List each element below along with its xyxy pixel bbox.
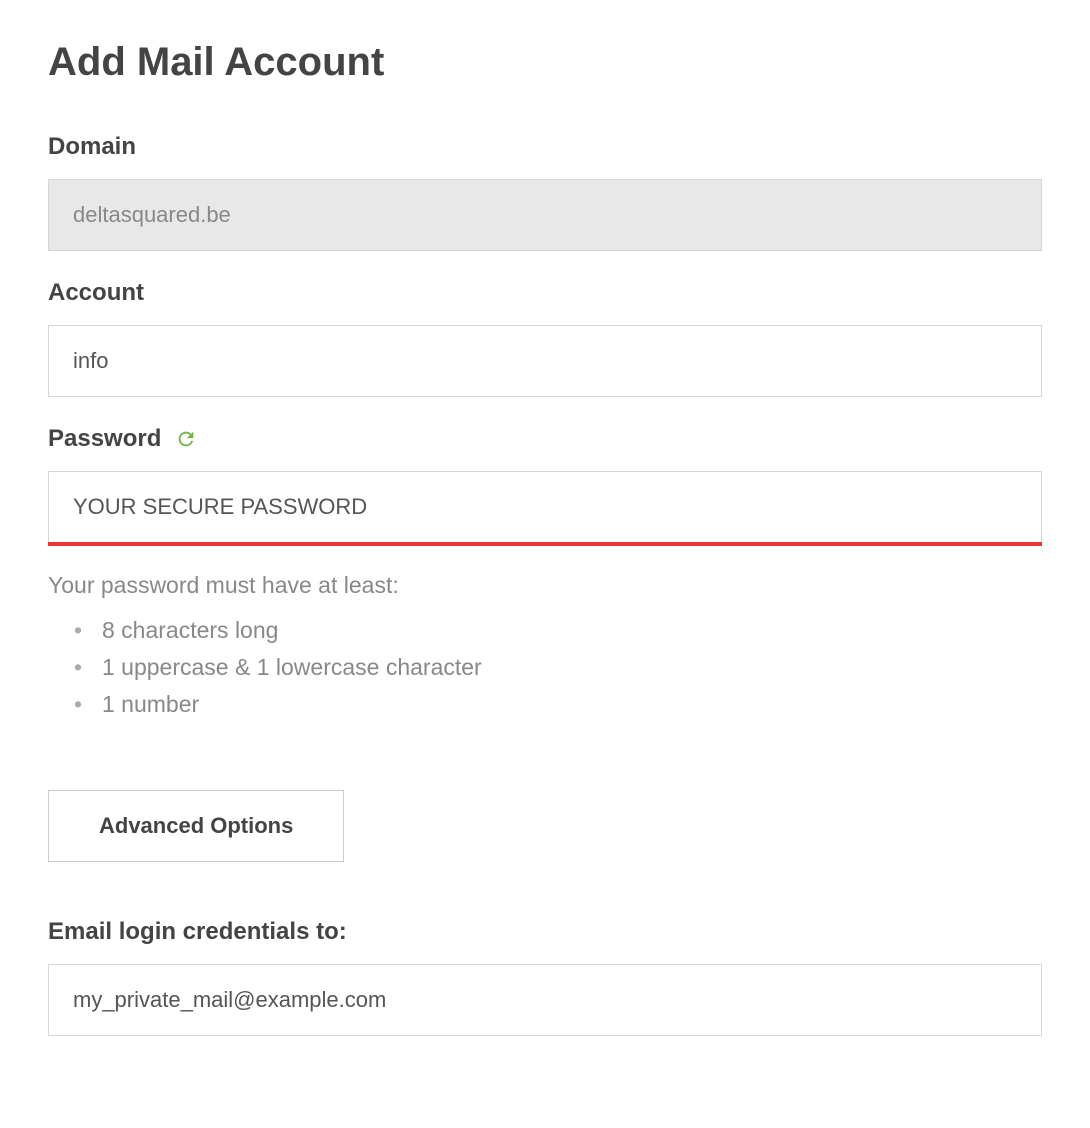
email-credentials-group: Email login credentials to: <box>48 918 1042 1036</box>
domain-label: Domain <box>48 133 1042 161</box>
account-label: Account <box>48 279 1042 307</box>
password-requirement: 8 characters long <box>102 617 1042 644</box>
password-requirements-list: 8 characters long 1 uppercase & 1 lowerc… <box>48 617 1042 718</box>
password-group: Password Your password must have at leas… <box>48 425 1042 718</box>
email-credentials-label: Email login credentials to: <box>48 918 1042 946</box>
domain-input <box>48 179 1042 251</box>
email-credentials-input[interactable] <box>48 964 1042 1036</box>
password-requirement: 1 uppercase & 1 lowercase character <box>102 654 1042 681</box>
password-helper-intro: Your password must have at least: <box>48 572 1042 599</box>
account-input[interactable] <box>48 325 1042 397</box>
password-label: Password <box>48 425 161 453</box>
domain-group: Domain <box>48 133 1042 251</box>
advanced-options-button[interactable]: Advanced Options <box>48 790 344 862</box>
page-title: Add Mail Account <box>48 40 1042 85</box>
refresh-icon[interactable] <box>175 428 197 450</box>
password-strength-bar <box>48 542 1042 546</box>
password-input[interactable] <box>48 471 1042 542</box>
password-requirement: 1 number <box>102 691 1042 718</box>
account-group: Account <box>48 279 1042 397</box>
